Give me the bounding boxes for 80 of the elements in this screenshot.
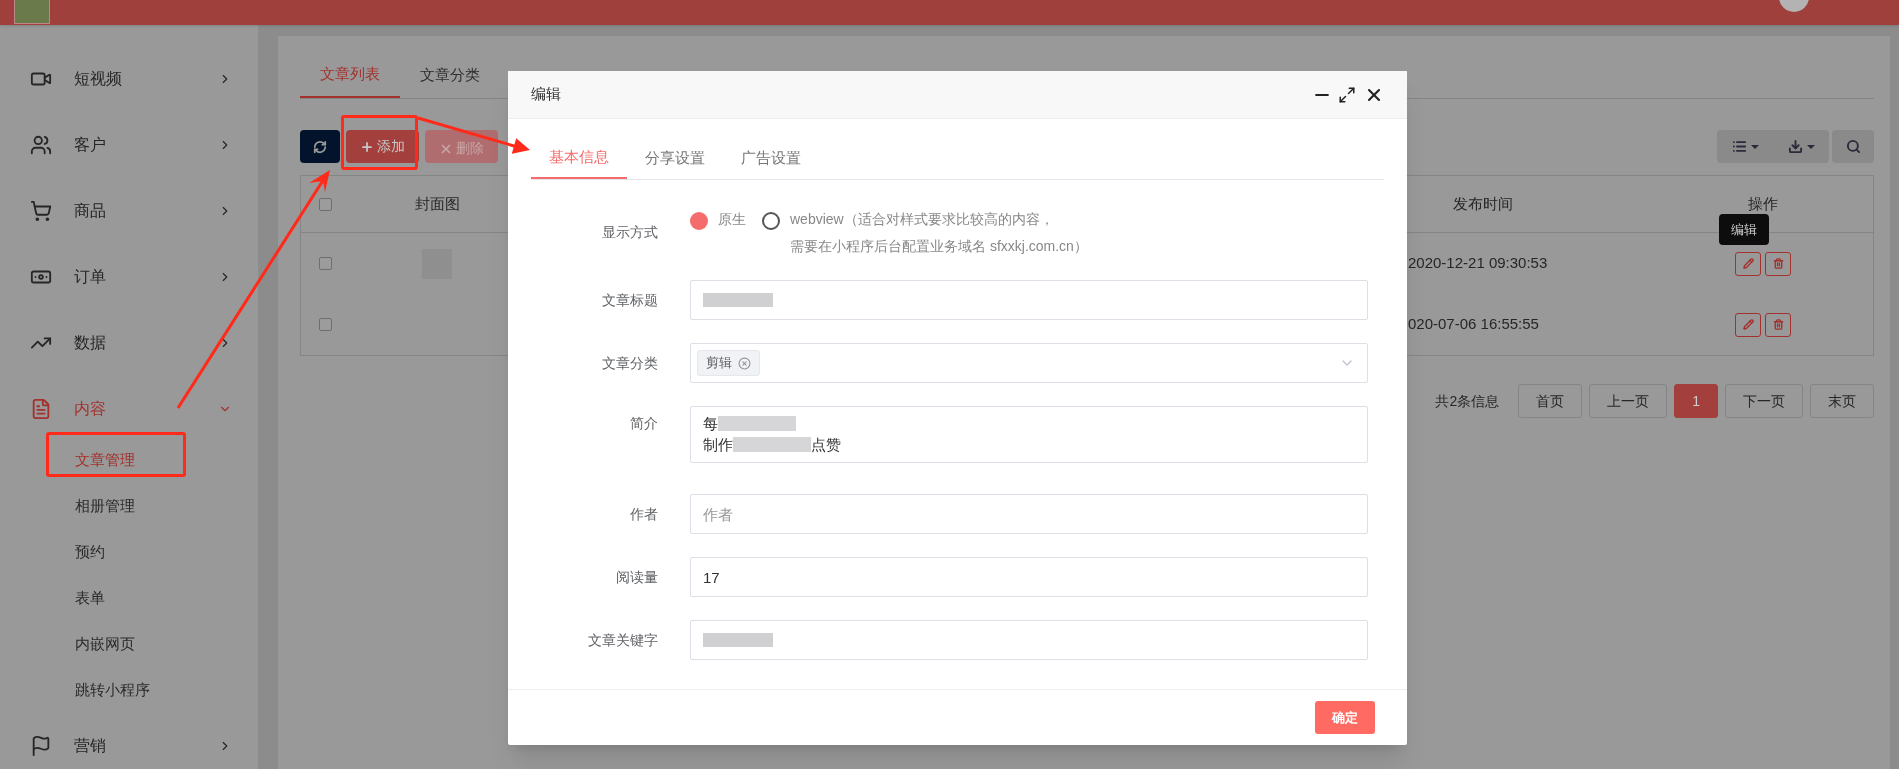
dialog-title: 编辑: [531, 84, 562, 105]
tab[interactable]: 基本信息: [531, 137, 627, 179]
sidebar-subitem[interactable]: 表单: [0, 575, 258, 621]
column-header: 发布时间: [1453, 193, 1513, 214]
tooltip: 编辑: [1719, 213, 1769, 245]
page-button[interactable]: 首页: [1518, 384, 1583, 418]
text-input[interactable]: 17: [690, 557, 1368, 597]
sidebar-item-icon: [30, 735, 52, 757]
maximize-icon[interactable]: [1338, 85, 1356, 104]
delete-row-button[interactable]: [1765, 251, 1791, 276]
text-input[interactable]: [690, 280, 1368, 320]
pagination-summary: 共2条信息: [1435, 391, 1500, 411]
column-header: 封面图: [414, 193, 460, 214]
sidebar-item[interactable]: 短视频: [30, 67, 122, 91]
sidebar-item[interactable]: 客户: [30, 133, 106, 157]
search-button[interactable]: [1832, 130, 1874, 163]
caret-icon: [1806, 144, 1815, 149]
sidebar-item[interactable]: 订单: [30, 265, 106, 289]
search-icon: [1845, 139, 1861, 154]
sidebar-item-icon: [30, 134, 52, 156]
sidebar-subitem[interactable]: 跳转小程序: [0, 667, 258, 713]
field-label: 作者: [630, 506, 658, 522]
text-line: 每: [703, 414, 718, 434]
blurred-text-placeholder: [703, 293, 773, 307]
delete-row-button[interactable]: [1765, 312, 1791, 337]
confirm-button[interactable]: 确定: [1315, 701, 1375, 734]
category-select[interactable]: 剪辑: [690, 343, 1368, 383]
tag: 剪辑: [697, 350, 760, 376]
remove-icon[interactable]: [738, 356, 751, 370]
page-button[interactable]: 上一页: [1589, 384, 1668, 418]
add-button[interactable]: 添加: [346, 130, 419, 163]
caret-icon: [1750, 144, 1759, 149]
refresh-button[interactable]: [300, 130, 340, 163]
radio-label: 原生: [718, 210, 746, 229]
download-icon: [1787, 139, 1803, 154]
sidebar-subitem[interactable]: 预约: [0, 529, 258, 575]
text-input[interactable]: [690, 620, 1368, 660]
list-icon: [1731, 139, 1747, 154]
trash-icon: [1772, 319, 1784, 330]
field-label: 显示方式: [602, 224, 658, 240]
table-cell: 2020-12-21 09:30:53: [1408, 254, 1548, 272]
edit-button[interactable]: [1735, 251, 1761, 276]
pencil-icon: [1742, 258, 1754, 269]
field-label: 简介: [630, 415, 658, 431]
field-label: 文章分类: [602, 355, 658, 371]
field-label: 阅读量: [616, 569, 658, 585]
sidebar-item-icon: [30, 200, 52, 222]
radio-button[interactable]: [690, 212, 708, 230]
sidebar-item[interactable]: 数据: [30, 331, 106, 355]
sidebar-subitem[interactable]: 相册管理: [0, 483, 258, 529]
refresh-icon: [313, 139, 327, 154]
edit-button[interactable]: [1735, 312, 1761, 337]
tab[interactable]: 广告设置: [723, 137, 819, 179]
sidebar-item[interactable]: 商品: [30, 199, 106, 223]
trash-icon: [1772, 258, 1784, 269]
pencil-icon: [1742, 319, 1754, 330]
radio-button[interactable]: [762, 212, 780, 230]
sidebar-subitem[interactable]: 内嵌网页: [0, 621, 258, 667]
page-button[interactable]: 末页: [1810, 384, 1874, 418]
column-header: 操作: [1748, 193, 1778, 214]
table-cell: 020-07-06 16:55:55: [1408, 315, 1539, 333]
tab[interactable]: 分享设置: [627, 137, 723, 179]
sidebar-item[interactable]: 营销: [30, 734, 106, 758]
blurred-text-placeholder: [703, 633, 773, 647]
checkbox[interactable]: [318, 257, 332, 270]
page-button[interactable]: 下一页: [1725, 384, 1803, 418]
radio-label: webview（适合对样式要求比较高的内容，: [790, 210, 1055, 229]
sidebar-item-icon: [30, 398, 52, 420]
text-input[interactable]: 作者: [690, 494, 1368, 534]
text-line: 制作: [703, 435, 733, 455]
text-line: 点赞: [811, 435, 841, 455]
textarea[interactable]: 每 制作 点赞: [690, 406, 1368, 463]
tab[interactable]: 文章分类: [400, 52, 500, 98]
plus-icon: [360, 139, 374, 154]
field-label: 文章标题: [602, 292, 658, 308]
field-label: 文章关键字: [588, 632, 658, 648]
checkbox[interactable]: [318, 318, 332, 331]
radio-note: 需要在小程序后台配置业务域名 sfxxkj.com.cn）: [790, 237, 1088, 256]
checkbox[interactable]: [318, 197, 332, 211]
page-button[interactable]: 1: [1674, 384, 1718, 418]
